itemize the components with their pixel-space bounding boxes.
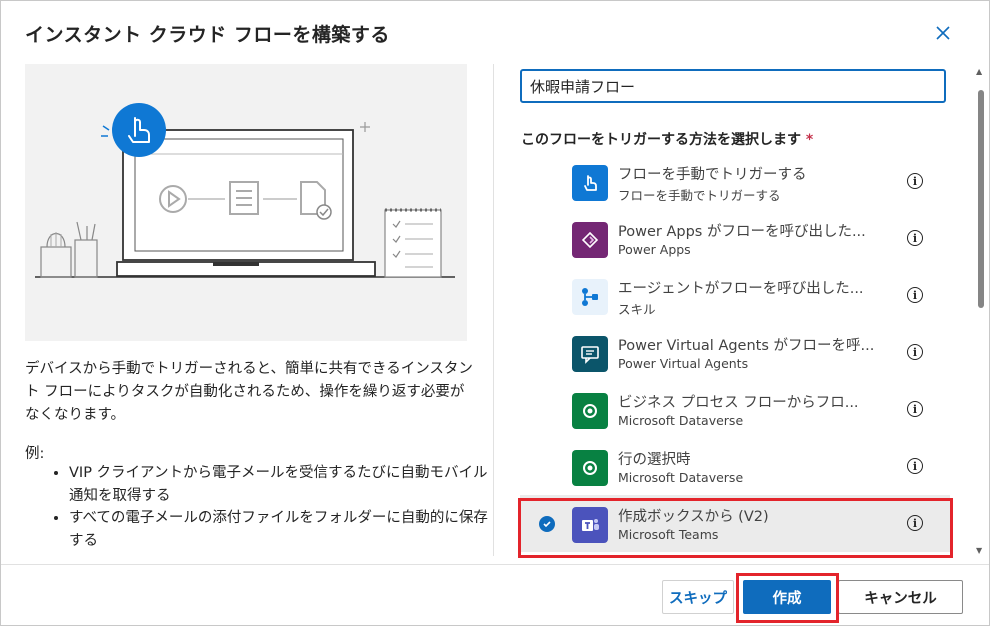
flow-name-input[interactable] <box>520 69 946 103</box>
trigger-option-agent[interactable]: エージェントがフローを呼び出した... スキル i <box>520 267 950 324</box>
trigger-name: 作成ボックスから (V2) <box>618 509 769 525</box>
close-icon[interactable] <box>933 23 953 43</box>
scroll-up-icon[interactable]: ▲ <box>976 67 982 76</box>
trigger-name: エージェントがフローを呼び出した... <box>618 281 864 297</box>
vertical-divider <box>493 64 494 556</box>
trigger-connector: フローを手動でトリガーする <box>618 188 781 203</box>
dataverse-icon <box>572 393 608 429</box>
trigger-name: 行の選択時 <box>618 452 691 468</box>
trigger-name: Power Virtual Agents がフローを呼... <box>618 338 875 354</box>
info-icon[interactable]: i <box>907 458 923 474</box>
dataverse-icon <box>572 450 608 486</box>
info-icon[interactable]: i <box>907 287 923 303</box>
build-flow-dialog: インスタント クラウド フローを構築する デバイスから手動でトリガーされると、簡… <box>0 0 990 626</box>
create-button[interactable]: 作成 <box>743 580 831 614</box>
power-apps-icon <box>572 222 608 258</box>
cancel-button[interactable]: キャンセル <box>838 580 963 614</box>
agent-skill-icon <box>572 279 608 315</box>
required-mark: * <box>805 132 814 148</box>
scroll-down-icon[interactable]: ▼ <box>976 546 982 555</box>
trigger-option-teams-compose[interactable]: 作成ボックスから (V2) Microsoft Teams i <box>520 495 950 552</box>
example-list: VIP クライアントから電子メールを受信するたびに自動モバイル通知を取得する す… <box>49 462 489 552</box>
trigger-option-row-selected[interactable]: 行の選択時 Microsoft Dataverse i <box>520 438 950 495</box>
info-icon[interactable]: i <box>907 401 923 417</box>
selected-check-icon <box>539 516 555 532</box>
trigger-list-scrollbar[interactable]: ▲ ▼ <box>973 64 987 558</box>
trigger-connector: Power Apps <box>618 242 691 257</box>
flow-illustration <box>25 64 467 341</box>
trigger-option-bpf[interactable]: ビジネス プロセス フローからフロ... Microsoft Dataverse… <box>520 381 950 438</box>
trigger-name: フローを手動でトリガーする <box>618 167 807 183</box>
trigger-option-power-apps[interactable]: Power Apps がフローを呼び出した... Power Apps i <box>520 210 950 267</box>
trigger-connector: Microsoft Dataverse <box>618 470 744 485</box>
example-label: 例: <box>25 446 45 462</box>
trigger-connector: Power Virtual Agents <box>618 356 749 371</box>
trigger-list: フローを手動でトリガーする フローを手動でトリガーする i Power Apps… <box>520 153 950 559</box>
hand-pointer-icon <box>572 165 608 201</box>
list-item: VIP クライアントから電子メールを受信するたびに自動モバイル通知を取得する <box>69 462 489 507</box>
flow-description: デバイスから手動でトリガーされると、簡単に共有できるインスタント フローによりタ… <box>25 361 473 423</box>
scrollbar-thumb[interactable] <box>978 90 984 308</box>
trigger-name: Power Apps がフローを呼び出した... <box>618 224 866 240</box>
trigger-option-pva[interactable]: Power Virtual Agents がフローを呼... Power Vir… <box>520 324 950 381</box>
teams-icon <box>572 507 608 543</box>
info-icon[interactable]: i <box>907 515 923 531</box>
trigger-name: ビジネス プロセス フローからフロ... <box>618 395 859 411</box>
list-item: すべての電子メールの添付ファイルをフォルダーに自動的に保存する <box>69 507 489 552</box>
info-icon[interactable]: i <box>907 344 923 360</box>
trigger-connector: Microsoft Teams <box>618 527 719 542</box>
trigger-connector: スキル <box>618 302 656 317</box>
skip-button[interactable]: スキップ <box>662 580 734 614</box>
footer-divider <box>1 564 989 565</box>
power-virtual-agents-icon <box>572 336 608 372</box>
info-icon[interactable]: i <box>907 173 923 189</box>
laptop-illustration <box>35 103 455 278</box>
trigger-option-manual[interactable]: フローを手動でトリガーする フローを手動でトリガーする i <box>520 153 950 210</box>
info-icon[interactable]: i <box>907 230 923 246</box>
trigger-connector: Microsoft Dataverse <box>618 413 744 428</box>
dialog-title: インスタント クラウド フローを構築する <box>25 24 390 46</box>
trigger-label: このフローをトリガーする方法を選択します * <box>521 132 814 148</box>
